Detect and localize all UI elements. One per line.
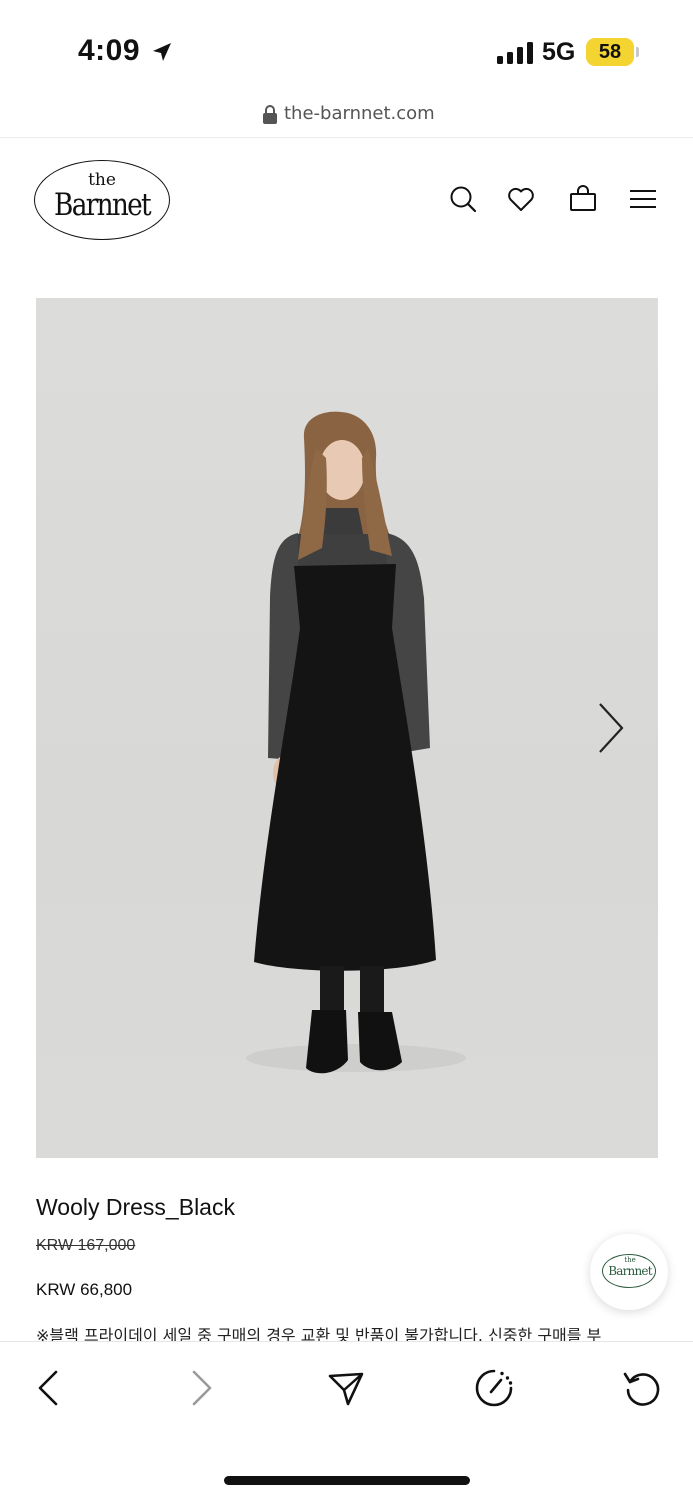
browser-toolbar [0,1341,693,1500]
lock-icon [263,105,277,124]
battery-cap [636,47,639,57]
model-photo [246,411,466,1074]
battery-indicator: 58 [586,38,634,66]
chat-logo: the Barnnet [602,1254,656,1288]
status-time: 4:09 [78,34,141,67]
logo-name-text: Barnnet [54,187,152,223]
sale-price: KRW 66,800 [36,1280,133,1299]
shopping-bag-icon[interactable] [568,184,598,214]
original-price: KRW 167,000 [36,1237,136,1254]
share-icon[interactable] [326,1368,366,1408]
heart-icon[interactable] [506,184,536,214]
network-type: 5G [542,38,576,66]
chat-button[interactable]: the Barnnet [590,1234,668,1310]
url-bar[interactable]: the-barnnet.com [0,96,693,136]
back-icon[interactable] [30,1368,70,1408]
url-domain: the-barnnet.com [284,103,435,124]
product-image[interactable] [36,298,658,1158]
home-indicator [224,1476,470,1485]
chat-logo-small-text: the [624,1256,636,1264]
next-image-icon[interactable] [594,700,628,756]
status-bar: 4:09 5G 58 [0,0,693,90]
signal-icon [497,42,533,64]
url-divider [0,137,693,138]
reload-icon[interactable] [622,1368,662,1408]
search-icon[interactable] [448,184,478,214]
site-logo[interactable]: the Barnnet [34,160,172,242]
product-name: Wooly Dress_Black [36,1194,235,1220]
location-arrow-icon [153,43,171,61]
forward-icon[interactable] [180,1368,220,1408]
chat-logo-name-text: Barnnet [608,1264,652,1278]
speed-dial-icon[interactable] [474,1368,514,1408]
menu-icon[interactable] [628,184,658,214]
